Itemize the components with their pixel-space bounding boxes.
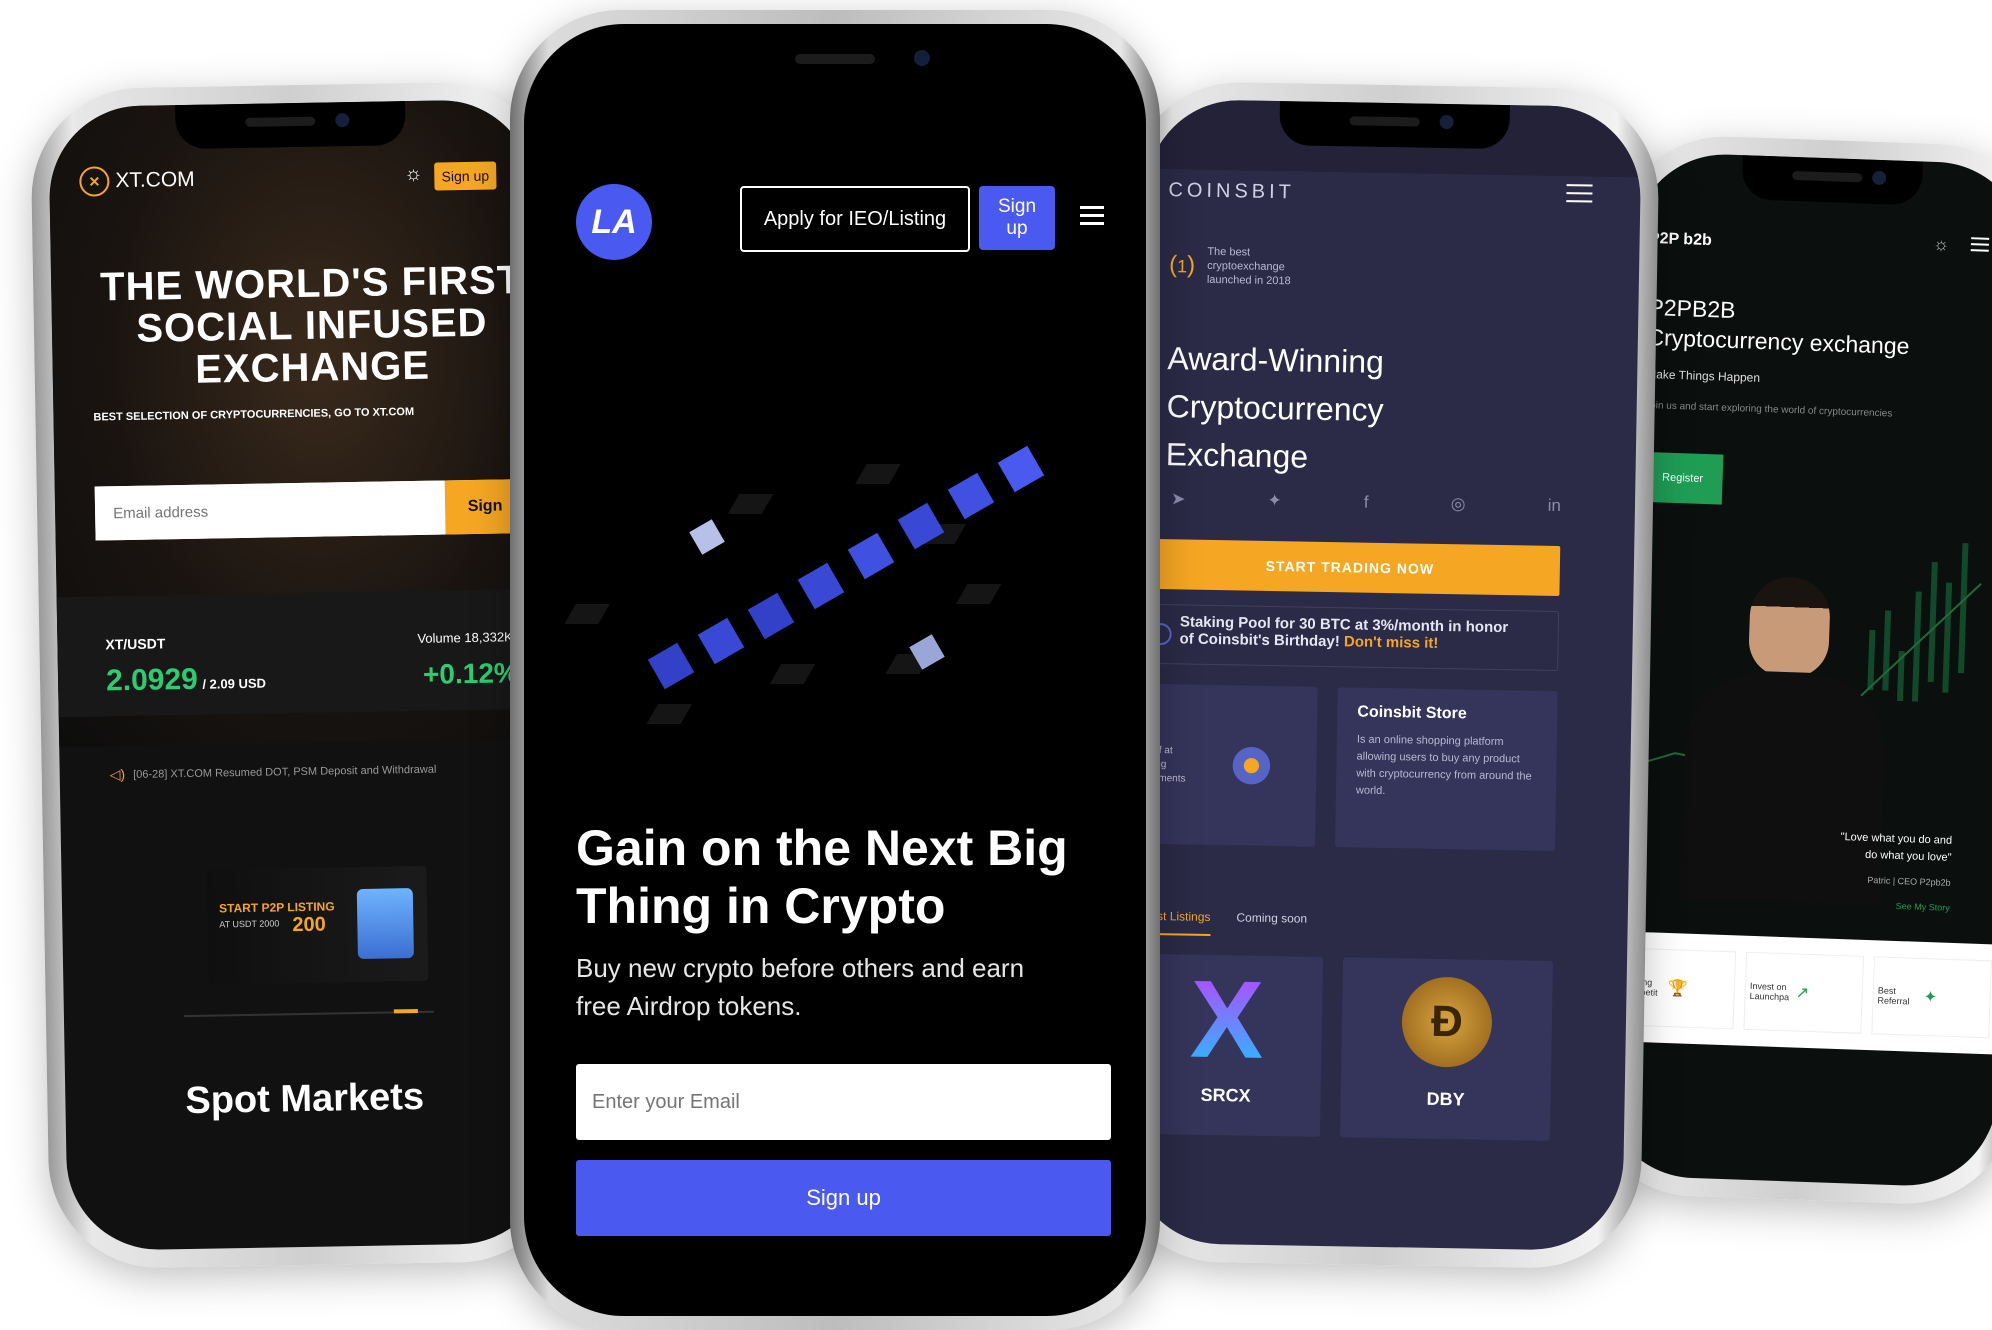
coinsbit-card-store[interactable]: Coinsbit Store Is an online shopping pla… [1334, 687, 1558, 851]
xt-price-row: 2.0929 / 2.09 USD [106, 662, 266, 699]
token-dby-label: DBY [1426, 1088, 1465, 1110]
coinsbit-promo[interactable]: Staking Pool for 30 BTC at 3%/month in h… [1138, 603, 1560, 672]
xt-pair: XT/USDT [105, 635, 166, 653]
p2pb2b-tagline: Make Things Happen [1645, 366, 1761, 385]
laurel-icon: (1) [1168, 251, 1196, 279]
notch [175, 101, 406, 150]
coinsbit-headline-line1: Award-Winning [1167, 340, 1385, 380]
menu-icon[interactable] [1970, 237, 1990, 252]
srcx-logo-icon: X [1181, 958, 1273, 1082]
xt-volume: Volume 18,332K [417, 629, 513, 646]
menu-icon[interactable] [1566, 184, 1593, 203]
coinsbit-screen: COINSBIT (1) The best cryptoexchange lau… [1128, 98, 1642, 1252]
xt-banner-line2: AT USDT 2000 [219, 918, 280, 930]
coinsbit-store-title: Coinsbit Store [1357, 703, 1467, 723]
xt-change: +0.12% [422, 657, 520, 690]
coinsbit-logo[interactable]: COINSBIT [1168, 179, 1295, 204]
sun-icon[interactable]: ☼ [404, 163, 423, 186]
la-camera [914, 50, 930, 66]
xt-p2p-banner[interactable]: START P2P LISTING AT USDT 2000 200 [206, 865, 429, 985]
p2pb2b-desc: Join us and start exploring the world of… [1644, 399, 1893, 420]
handshake-icon: ✦ [1923, 988, 1938, 1007]
coinsbit-start-trading-button[interactable]: START TRADING NOW [1139, 538, 1561, 597]
linkedin-icon[interactable]: in [1548, 496, 1562, 516]
xt-notice-text: [06-28] XT.COM Resumed DOT, PSM Deposit … [133, 763, 437, 781]
xt-signup-button[interactable]: Sign up [434, 161, 497, 191]
la-logo[interactable]: LA [576, 184, 652, 260]
payments-illustration [1215, 735, 1287, 797]
p2pb2b-register-button[interactable]: Register [1641, 451, 1724, 505]
p2pb2b-quote: "Love what you do and do what you love" … [1800, 828, 1953, 917]
xt-logo[interactable]: ✕ XT.COM [79, 165, 195, 197]
coinsbit-headline: Award-Winning Cryptocurrency Exchange [1165, 334, 1385, 482]
coinsbit-token-dby[interactable]: Đ DBY [1339, 957, 1554, 1141]
facebook-icon[interactable]: f [1364, 493, 1369, 513]
p2pb2b-screen: P2P b2b ☼ P2PB2B Cryptocurrency exchange… [1600, 151, 1992, 1189]
p2pb2b-title: P2PB2B Cryptocurrency exchange [1647, 292, 1911, 361]
speaker-icon: ◁) [109, 766, 126, 783]
la-signup-button[interactable]: Sign up [979, 186, 1055, 250]
p2pb2b-logo[interactable]: P2P b2b [1649, 230, 1712, 250]
la-submit-button[interactable]: Sign up [576, 1160, 1111, 1236]
telegram-icon[interactable]: ➤ [1171, 489, 1186, 509]
notch [1741, 155, 1923, 206]
la-speaker [795, 54, 875, 64]
gift-icon [356, 888, 414, 960]
la-email-input[interactable] [576, 1064, 1111, 1140]
phone-xt: ✕ XT.COM ☼ Sign up THE WORLD'S FIRST SOC… [29, 80, 571, 1270]
twitter-icon[interactable]: ✦ [1267, 491, 1282, 511]
xt-slider-indicator[interactable] [393, 1008, 418, 1014]
la-subtitle: Buy new crypto before others and earn fr… [576, 953, 1025, 1021]
feature-invest-launchpad[interactable]: Invest on Launchpa ↗ [1743, 951, 1865, 1034]
dby-coin-icon: Đ [1401, 976, 1493, 1068]
xt-headline: THE WORLD'S FIRST SOCIAL INFUSED EXCHANG… [81, 258, 543, 393]
p2pb2b-quote-author: Patric | CEO P2pb2b [1867, 874, 1951, 888]
coinsbit-card-payments[interactable]: le of at using payments [1135, 683, 1318, 847]
coinsbit-headline-line2: Cryptocurrency [1166, 388, 1384, 428]
p2pb2b-features: Trading Competit 🏆 Invest on Launchpa ↗ … [1604, 930, 1992, 1055]
xt-notice[interactable]: ◁) [06-28] XT.COM Resumed DOT, PSM Depos… [110, 761, 437, 784]
xt-headline-line2: SOCIAL INFUSED [136, 300, 488, 351]
trophy-icon: 🏆 [1667, 980, 1688, 998]
coinsbit-store-desc: Is an online shopping platform allowing … [1355, 733, 1532, 798]
coinsbit-award-text: The best cryptoexchange launched in 2018 [1206, 245, 1291, 288]
xt-email-input[interactable] [94, 480, 446, 541]
la-logo-text: LA [591, 202, 637, 241]
instagram-icon[interactable]: ◎ [1451, 494, 1466, 514]
notch [1279, 101, 1510, 150]
tab-coming-soon[interactable]: Coming soon [1236, 910, 1307, 937]
xt-spot-markets: Spot Markets [185, 1075, 425, 1123]
phone-la: LA Apply for IEO/Listing Sign up Gain on… [510, 10, 1160, 1330]
xt-logo-icon: ✕ [79, 166, 110, 197]
coinsbit-socials: ➤ ✦ f ◎ in [1171, 489, 1561, 516]
feature-best-referral[interactable]: Best Referral ✦ [1871, 956, 1992, 1039]
sun-icon[interactable]: ☼ [1933, 234, 1950, 256]
phone-coinsbit: COINSBIT (1) The best cryptoexchange lau… [1109, 80, 1661, 1270]
xt-email-form: Sign [94, 479, 526, 541]
xt-price: 2.0929 [105, 662, 199, 698]
menu-icon[interactable] [1080, 206, 1104, 225]
la-headline: Gain on the Next Big Thing in Crypto [576, 820, 1068, 934]
coinsbit-award: (1) The best cryptoexchange launched in … [1169, 244, 1318, 289]
la-apply-button[interactable]: Apply for IEO/Listing [740, 186, 970, 252]
xt-screen: ✕ XT.COM ☼ Sign up THE WORLD'S FIRST SOC… [48, 98, 552, 1252]
la-blocks-illustration [564, 445, 1045, 724]
xt-price-usd: / 2.09 USD [202, 675, 267, 692]
la-screen: LA Apply for IEO/Listing Sign up Gain on… [524, 24, 1146, 1316]
coinsbit-headline-line3: Exchange [1165, 436, 1309, 475]
p2pb2b-see-story-link[interactable]: See My Story [1800, 895, 1951, 917]
xt-logo-text: XT.COM [115, 167, 195, 193]
xt-banner-amount: 200 [292, 913, 326, 937]
chart-up-icon: ↗ [1795, 984, 1810, 1002]
